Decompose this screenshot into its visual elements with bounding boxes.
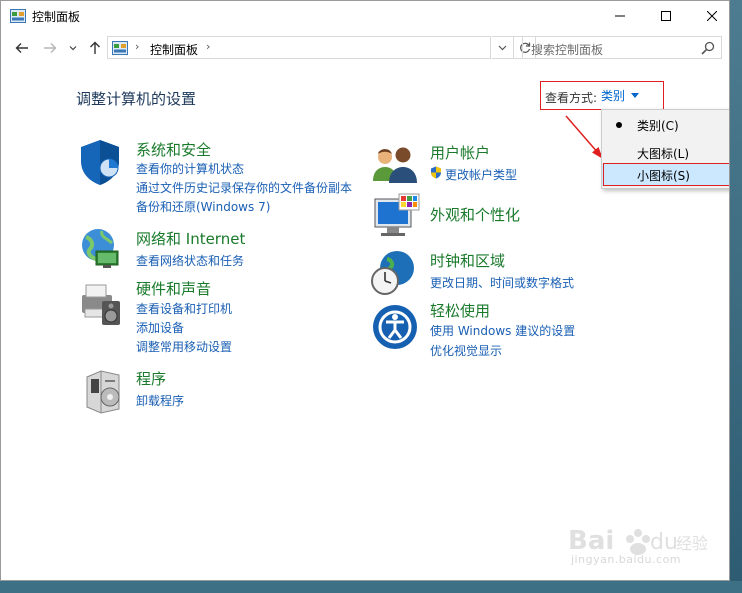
svg-text:du: du: [650, 530, 678, 555]
svg-text:Bai: Bai: [568, 526, 614, 556]
link-uninstall-program[interactable]: 卸载程序: [136, 392, 184, 409]
chevron-down-icon: [69, 46, 77, 51]
monitor-icon[interactable]: [373, 193, 421, 241]
selected-bullet-icon: [616, 122, 622, 128]
link-network-status[interactable]: 查看网络状态和任务: [136, 252, 244, 269]
window-title: 控制面板: [32, 10, 81, 24]
link-devices-printers[interactable]: 查看设备和打印机: [136, 300, 232, 317]
menu-item-large-icons[interactable]: 大图标(L): [602, 142, 729, 164]
menu-item-label: 类别(C): [637, 118, 679, 133]
link-backup-restore[interactable]: 备份和还原(Windows 7): [136, 198, 270, 215]
title-bar[interactable]: 控制面板: [1, 1, 729, 31]
close-button[interactable]: [689, 1, 729, 31]
ease-of-access-icon[interactable]: [371, 303, 419, 351]
menu-item-category[interactable]: 类别(C): [602, 114, 729, 136]
up-button[interactable]: [86, 39, 104, 57]
up-arrow-icon: [90, 41, 100, 54]
maximize-button[interactable]: [643, 1, 689, 31]
small-icons-highlight-box: [603, 163, 729, 186]
printer-icon[interactable]: [76, 281, 124, 329]
search-box[interactable]: 搜索控制面板: [522, 36, 722, 59]
link-view-computer-status[interactable]: 查看你的计算机状态: [136, 160, 244, 177]
back-arrow-icon: [15, 43, 28, 53]
link-optimize-visual[interactable]: 优化视觉显示: [430, 342, 502, 359]
clock-globe-icon[interactable]: [369, 249, 417, 297]
forward-arrow-icon: [44, 43, 57, 53]
viewby-selected-value: 类别: [601, 88, 626, 103]
category-title-network[interactable]: 网络和 Internet: [136, 228, 245, 249]
link-recommended-settings[interactable]: 使用 Windows 建议的设置: [430, 322, 575, 339]
control-panel-icon: [10, 9, 26, 23]
programs-icon[interactable]: [81, 367, 129, 415]
address-bar[interactable]: › 控制面板 ›: [107, 36, 491, 59]
users-icon[interactable]: [371, 141, 419, 189]
category-title-appearance[interactable]: 外观和个性化: [430, 204, 520, 225]
minimize-icon: [615, 15, 625, 17]
minimize-button[interactable]: [597, 1, 643, 31]
search-icon[interactable]: [701, 41, 715, 55]
desktop-background: [730, 0, 742, 593]
category-title-programs[interactable]: 程序: [136, 368, 166, 389]
baidu-jingyan-watermark: Bai du 经验: [568, 526, 708, 556]
forward-button[interactable]: [41, 39, 59, 57]
menu-item-label: 大图标(L): [637, 146, 690, 161]
control-panel-icon: [112, 41, 128, 55]
close-icon: [707, 11, 717, 21]
category-title-hardware-sound[interactable]: 硬件和声音: [136, 278, 211, 299]
control-panel-window: 控制面板 › 控制面板 › 搜索控制面板 调整计算机的设置 查看方式: 类别 类…: [0, 0, 730, 581]
maximize-icon: [661, 11, 671, 21]
viewby-dropdown[interactable]: 类别: [601, 83, 659, 107]
back-button[interactable]: [13, 39, 31, 57]
shield-icon[interactable]: [76, 138, 124, 186]
link-mobility-settings[interactable]: 调整常用移动设置: [136, 338, 232, 355]
chevron-down-icon: [498, 45, 507, 50]
link-file-history-backup[interactable]: 通过文件历史记录保存你的文件备份副本: [136, 179, 352, 196]
recent-locations-button[interactable]: [67, 39, 79, 57]
viewby-label: 查看方式:: [545, 91, 598, 105]
svg-text:经验: 经验: [676, 534, 708, 553]
breadcrumb[interactable]: 控制面板: [150, 41, 198, 58]
address-history-button[interactable]: [492, 36, 514, 59]
uac-shield-icon: [431, 166, 441, 179]
category-title-system-security[interactable]: 系统和安全: [136, 139, 211, 160]
dropdown-caret-icon: [631, 92, 640, 98]
category-title-user-accounts[interactable]: 用户帐户: [430, 142, 490, 163]
category-title-ease-of-access[interactable]: 轻松使用: [430, 300, 490, 321]
desktop-background: [0, 581, 742, 593]
page-title: 调整计算机的设置: [76, 90, 197, 108]
link-change-account-type[interactable]: 更改帐户类型: [445, 166, 517, 183]
link-add-device[interactable]: 添加设备: [136, 319, 184, 336]
breadcrumb-separator-icon[interactable]: ›: [135, 40, 139, 53]
breadcrumb-separator-icon[interactable]: ›: [206, 40, 210, 53]
watermark-url: jingyan.baidu.com: [571, 553, 682, 566]
search-input[interactable]: 搜索控制面板: [531, 41, 603, 58]
network-icon[interactable]: [76, 225, 124, 273]
category-title-clock-region[interactable]: 时钟和区域: [430, 250, 505, 271]
link-date-time-format[interactable]: 更改日期、时间或数字格式: [430, 274, 574, 291]
